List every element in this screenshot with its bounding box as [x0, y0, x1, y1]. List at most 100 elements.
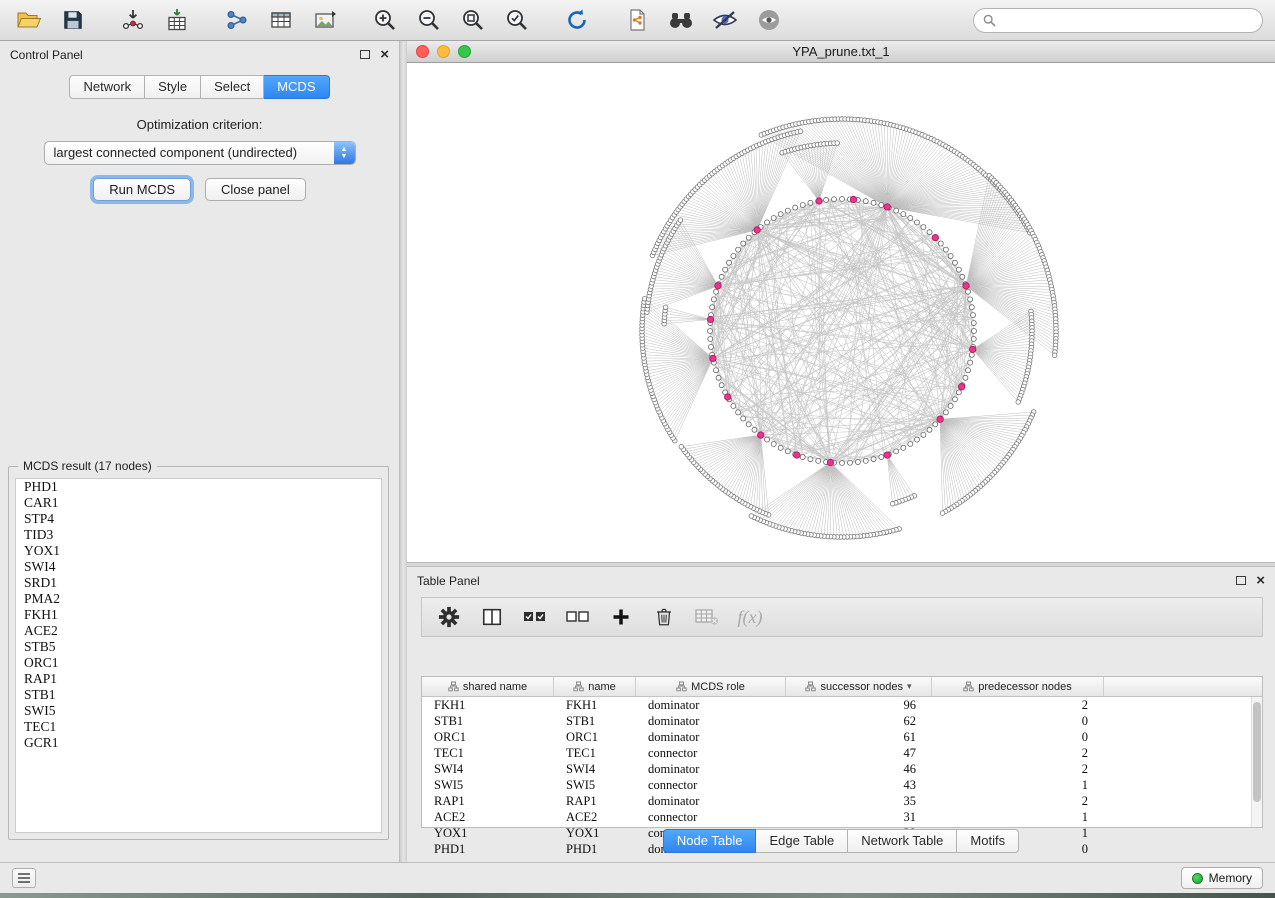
window-maximize-button[interactable]: [458, 45, 471, 58]
table-panel: Table Panel × f(x) shared namenameMCDS r…: [407, 567, 1275, 862]
deselect-all-button[interactable]: [565, 602, 591, 632]
table-row[interactable]: TEC1TEC1connector472: [422, 745, 1262, 761]
close-table-panel-icon[interactable]: ×: [1256, 576, 1265, 586]
table-row[interactable]: ACE2ACE2connector311: [422, 809, 1262, 825]
mcds-list-item[interactable]: PHD1: [16, 479, 381, 495]
table-cell: 35: [786, 793, 932, 809]
tab-network-table[interactable]: Network Table: [848, 829, 957, 853]
column-header-predecessor-nodes[interactable]: predecessor nodes: [932, 677, 1104, 696]
tab-style[interactable]: Style: [145, 75, 201, 99]
open-file-button[interactable]: [12, 5, 46, 35]
mcds-list-item[interactable]: ORC1: [16, 655, 381, 671]
mcds-list-item[interactable]: PMA2: [16, 591, 381, 607]
table-row[interactable]: ORC1ORC1dominator610: [422, 729, 1262, 745]
table-cell: 2: [932, 793, 1104, 809]
mcds-list-item[interactable]: FKH1: [16, 607, 381, 623]
table-row[interactable]: STB1STB1dominator620: [422, 713, 1262, 729]
table-cell: SWI5: [422, 777, 554, 793]
search-icon: [983, 14, 996, 27]
table-cell: 96: [786, 697, 932, 713]
zoom-fit-button[interactable]: [456, 5, 490, 35]
save-session-button[interactable]: [56, 5, 90, 35]
vertical-splitter[interactable]: [400, 41, 407, 862]
window-minimize-button[interactable]: [437, 45, 450, 58]
tab-motifs[interactable]: Motifs: [957, 829, 1019, 853]
mcds-list-item[interactable]: RAP1: [16, 671, 381, 687]
import-table-button[interactable]: [160, 5, 194, 35]
column-header-name[interactable]: name: [554, 677, 636, 696]
table-row[interactable]: SWI5SWI5connector431: [422, 777, 1262, 793]
memory-button[interactable]: Memory: [1181, 867, 1263, 889]
share-document-button[interactable]: [620, 5, 654, 35]
table-scrollbar[interactable]: [1251, 697, 1262, 827]
mcds-list-item[interactable]: STB5: [16, 639, 381, 655]
mcds-list-item[interactable]: CAR1: [16, 495, 381, 511]
run-mcds-button[interactable]: Run MCDS: [93, 178, 191, 201]
zoom-in-icon: [372, 7, 398, 33]
birds-eye-view-button[interactable]: [752, 5, 786, 35]
task-history-button[interactable]: [12, 868, 36, 888]
zoom-in-button[interactable]: [368, 5, 402, 35]
mcds-list-item[interactable]: STB1: [16, 687, 381, 703]
clear-table-button[interactable]: [694, 602, 720, 632]
function-builder-button[interactable]: f(x): [737, 602, 763, 632]
mcds-list-item[interactable]: SWI4: [16, 559, 381, 575]
mcds-list-item[interactable]: SWI5: [16, 703, 381, 719]
scrollbar-thumb[interactable]: [1253, 702, 1261, 802]
show-columns-button[interactable]: [479, 602, 505, 632]
sort-arrow-icon: ▾: [907, 681, 912, 692]
zoom-selected-button[interactable]: [500, 5, 534, 35]
table-cell: 31: [786, 809, 932, 825]
window-close-button[interactable]: [416, 45, 429, 58]
mcds-list-item[interactable]: TEC1: [16, 719, 381, 735]
unchecked-boxes-icon: [565, 606, 591, 628]
tab-node-table[interactable]: Node Table: [663, 829, 757, 853]
tab-network[interactable]: Network: [69, 75, 145, 99]
mcds-list-item[interactable]: GCR1: [16, 735, 381, 751]
column-header-shared-name[interactable]: shared name: [422, 677, 554, 696]
column-type-icon: [805, 681, 816, 692]
table-settings-button[interactable]: [436, 602, 462, 632]
tab-select[interactable]: Select: [201, 75, 264, 99]
add-row-button[interactable]: [608, 602, 634, 632]
mcds-tab-content: Optimization criterion: largest connecte…: [0, 117, 399, 201]
plus-icon: [611, 607, 631, 627]
tab-mcds[interactable]: MCDS: [264, 75, 329, 99]
table-row[interactable]: RAP1RAP1dominator352: [422, 793, 1262, 809]
float-table-panel-icon[interactable]: [1236, 576, 1246, 585]
refresh-button[interactable]: [560, 5, 594, 35]
table-header: shared namenameMCDS rolesuccessor nodes▾…: [422, 677, 1262, 697]
search-input[interactable]: [1001, 12, 1253, 28]
network-graph[interactable]: [407, 63, 1275, 562]
criterion-dropdown[interactable]: largest connected component (undirected)…: [44, 141, 356, 165]
zoom-out-button[interactable]: [412, 5, 446, 35]
mcds-list-item[interactable]: YOX1: [16, 543, 381, 559]
mcds-list-item[interactable]: ACE2: [16, 623, 381, 639]
tab-edge-table[interactable]: Edge Table: [756, 829, 848, 853]
mcds-list-item[interactable]: STP4: [16, 511, 381, 527]
find-button[interactable]: [664, 5, 698, 35]
show-hide-graphics-button[interactable]: [708, 5, 742, 35]
table-cell: 0: [932, 729, 1104, 745]
close-panel-icon[interactable]: ×: [380, 50, 389, 60]
network-window-titlebar: YPA_prune.txt_1: [407, 41, 1275, 63]
export-image-button[interactable]: [308, 5, 342, 35]
search-box: [973, 8, 1263, 33]
status-bar: Memory: [0, 862, 1275, 893]
import-network-button[interactable]: [116, 5, 150, 35]
column-header-successor-nodes[interactable]: successor nodes▾: [786, 677, 932, 696]
float-panel-icon[interactable]: [360, 50, 370, 59]
close-panel-button[interactable]: Close panel: [205, 178, 306, 201]
toolbar-group-new: [220, 5, 342, 35]
column-header-MCDS-role[interactable]: MCDS role: [636, 677, 786, 696]
mcds-list-item[interactable]: SRD1: [16, 575, 381, 591]
table-cell: STB1: [554, 713, 636, 729]
delete-row-button[interactable]: [651, 602, 677, 632]
table-row[interactable]: SWI4SWI4dominator462: [422, 761, 1262, 777]
select-all-button[interactable]: [522, 602, 548, 632]
new-network-button[interactable]: [220, 5, 254, 35]
control-panel: Control Panel × NetworkStyleSelectMCDS O…: [0, 41, 400, 862]
mcds-list-item[interactable]: TID3: [16, 527, 381, 543]
network-table-button[interactable]: [264, 5, 298, 35]
table-row[interactable]: FKH1FKH1dominator962: [422, 697, 1262, 713]
